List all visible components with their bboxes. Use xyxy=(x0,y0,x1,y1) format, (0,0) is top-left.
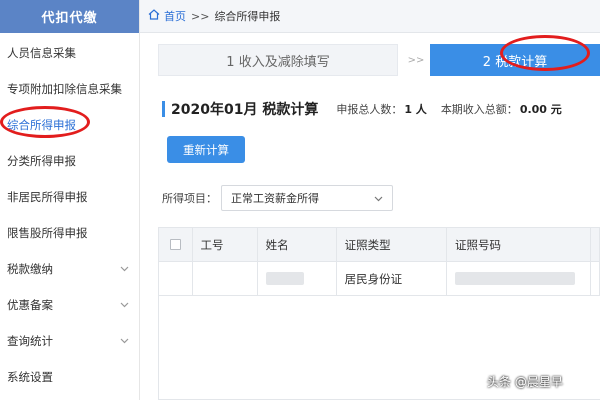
table-row[interactable]: 居民身份证 xyxy=(159,262,600,296)
watermark: 头条 @晨星早 xyxy=(487,374,563,389)
sidebar-item-tax-payment[interactable]: 税款缴纳 xyxy=(0,251,139,287)
select-all-cell xyxy=(159,228,193,261)
home-icon[interactable] xyxy=(148,9,164,23)
sidebar-item-label: 税款缴纳 xyxy=(7,262,53,276)
sidebar-item-nonresident-income[interactable]: 非居民所得申报 xyxy=(0,179,139,215)
step-arrow: >> xyxy=(407,54,425,66)
breadcrumb-current: 综合所得申报 xyxy=(214,10,281,23)
id-type-cell: 居民身份证 xyxy=(337,262,448,295)
sidebar-item-personnel-info[interactable]: 人员信息采集 xyxy=(0,35,139,71)
chevron-down-icon xyxy=(120,336,129,347)
sidebar-item-label: 人员信息采集 xyxy=(7,46,76,60)
name-cell xyxy=(258,262,337,295)
column-header: 姓名 xyxy=(258,228,337,261)
sidebar-item-label: 限售股所得申报 xyxy=(7,226,88,240)
breadcrumb-separator: >> xyxy=(191,9,210,23)
count-label: 申报总人数： xyxy=(336,103,403,116)
breadcrumb-home-link[interactable]: 首页 xyxy=(164,8,186,24)
chevron-down-icon xyxy=(120,264,129,275)
breadcrumb: 首页 >> 综合所得申报 xyxy=(140,0,600,33)
table-header: 工号 姓名 证照类型 证照号码 xyxy=(159,228,600,262)
sidebar-item-label: 优惠备案 xyxy=(7,298,53,312)
column-header: 证照类型 xyxy=(337,228,448,261)
filter-label: 所得项目： xyxy=(162,192,217,205)
sidebar-item-label: 非居民所得申报 xyxy=(7,190,88,204)
sidebar-item-query-stats[interactable]: 查询统计 xyxy=(0,323,139,359)
sidebar-item-label: 分类所得申报 xyxy=(7,154,76,168)
income-value: 0.00 元 xyxy=(519,103,562,116)
column-header-extra xyxy=(591,228,600,261)
sidebar-item-restricted-stock[interactable]: 限售股所得申报 xyxy=(0,215,139,251)
step-income-deduction[interactable]: 1 收入及减除填写 xyxy=(158,44,398,76)
extra-cell xyxy=(591,262,600,295)
main-content: 1 收入及减除填写 >> 2 税款计算 2020年01月 税款计算 申报总人数：… xyxy=(140,33,600,400)
blurred-name xyxy=(265,272,304,285)
employee-id-cell xyxy=(193,262,258,295)
sidebar-item-label: 系统设置 xyxy=(7,370,53,384)
annotation-circle-sidebar xyxy=(0,106,90,138)
chevron-down-icon xyxy=(120,300,129,311)
select-value: 正常工资薪金所得 xyxy=(231,192,319,205)
id-number-cell xyxy=(447,262,591,295)
column-header: 证照号码 xyxy=(447,228,591,261)
chevron-down-icon xyxy=(374,192,383,205)
summary-bar: 2020年01月 税款计算 申报总人数： 1 人 本期收入总额： 0.00 元 xyxy=(162,99,600,119)
income-label: 本期收入总额： xyxy=(440,103,518,116)
annotation-circle-step xyxy=(500,35,590,71)
income-item-filter: 所得项目： 正常工资薪金所得 xyxy=(162,185,393,211)
sidebar-item-category-income[interactable]: 分类所得申报 xyxy=(0,143,139,179)
sidebar: 代扣代缴 人员信息采集 专项附加扣除信息采集 综合所得申报 分类所得申报 非居民… xyxy=(0,0,140,400)
sidebar-item-system-settings[interactable]: 系统设置 xyxy=(0,359,139,395)
column-header: 工号 xyxy=(193,228,258,261)
sidebar-item-preferential-filing[interactable]: 优惠备案 xyxy=(0,287,139,323)
blurred-id-number xyxy=(455,272,576,285)
sidebar-item-special-deduction[interactable]: 专项附加扣除信息采集 xyxy=(0,71,139,107)
select-all-checkbox[interactable] xyxy=(169,239,181,250)
sidebar-item-label: 专项附加扣除信息采集 xyxy=(7,82,122,96)
sidebar-header: 代扣代缴 xyxy=(0,0,139,33)
recalculate-button[interactable]: 重新计算 xyxy=(167,136,245,163)
row-select-cell xyxy=(159,262,193,295)
income-item-select[interactable]: 正常工资薪金所得 xyxy=(221,185,393,211)
summary-accent xyxy=(162,101,165,117)
sidebar-item-label: 查询统计 xyxy=(7,334,53,348)
count-value: 1 人 xyxy=(404,103,427,116)
page-title: 2020年01月 税款计算 xyxy=(171,102,319,118)
